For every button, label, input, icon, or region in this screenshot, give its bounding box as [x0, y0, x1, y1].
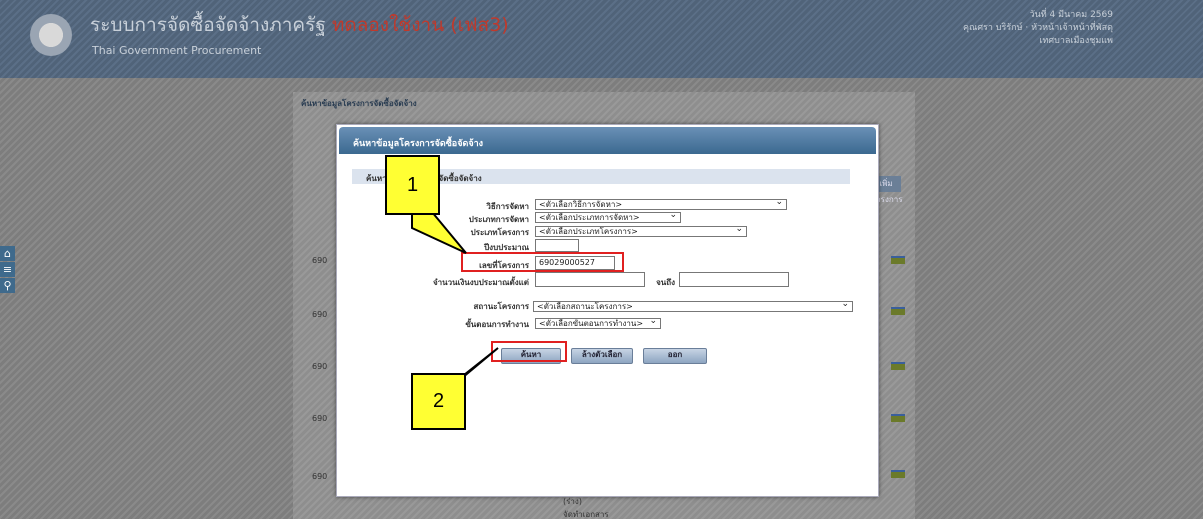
callout-1-pointer [411, 211, 467, 254]
callout-pointers [411, 211, 499, 397]
callout-1: 1 [385, 155, 440, 215]
callout-2: 2 [411, 373, 466, 430]
